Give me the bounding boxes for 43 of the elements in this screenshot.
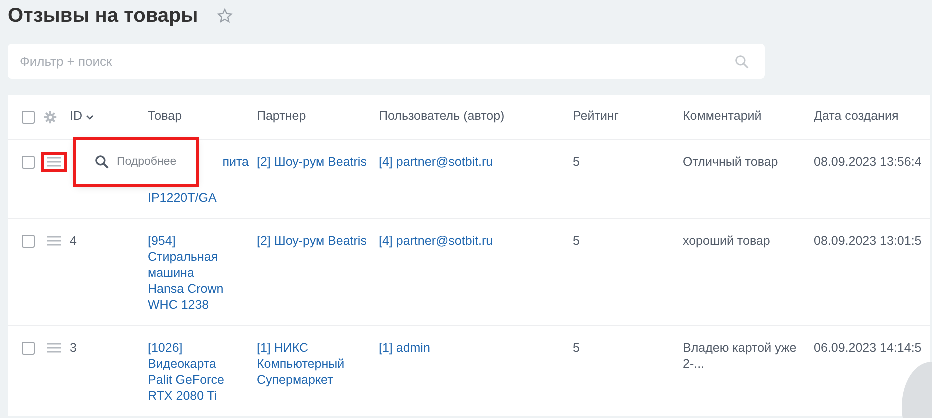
row-checkbox[interactable] [22,234,35,248]
partner-link[interactable]: [2] Шоу-рум Beatris [257,232,371,248]
settings-icon[interactable] [44,110,57,124]
search-icon[interactable] [735,55,749,69]
rating-value: 5 [573,154,580,168]
date-text: 06.09.2023 14:14:5 [814,340,922,354]
comment-text: Отличный товар [683,154,778,168]
filter-search-field[interactable]: Фильтр + поиск [8,44,765,79]
menu-item[interactable]: Подробнее [92,153,180,171]
product-link[interactable]: [1026] Видеокарта Palit GeForce RTX 2080 Ti [148,340,249,404]
column-header[interactable]: ID [70,109,82,124]
user-link[interactable]: [1] admin [379,340,565,356]
row-menu-button[interactable] [44,155,64,170]
date-text: 08.09.2023 13:56:4 [814,154,922,168]
product-link[interactable]: [954] Стиральная машина Hansa Crown WHC 1238 [148,232,249,312]
row-menu-button[interactable] [44,341,64,356]
column-header[interactable]: Комментарий [683,109,762,124]
partner-link[interactable]: [2] Шоу-рум Beatris [257,154,371,170]
column-header[interactable]: Дата создания [814,109,899,124]
search-icon [95,155,109,169]
comment-text: Владею картой уже 2-... [683,340,797,370]
row-menu-button[interactable] [44,234,64,248]
partner-link[interactable]: [1] НИКС Компьютерный Супермаркет [257,340,371,388]
row-id: 3 [70,340,77,354]
column-header[interactable]: Рейтинг [573,109,619,124]
select-all-checkbox[interactable] [22,110,35,124]
user-link[interactable]: [4] partner@sotbit.ru [379,232,565,248]
comment-text: хороший товар [683,234,770,248]
row-checkbox[interactable] [22,342,35,355]
menu-icon[interactable] [47,157,61,168]
rating-value: 5 [573,234,580,248]
sort-caret-icon[interactable] [86,114,94,120]
row-id: 4 [70,234,77,248]
page-title: Отзывы на товары [8,4,198,28]
menu-icon[interactable] [47,343,61,354]
date-text: 08.09.2023 13:01:5 [814,234,922,248]
menu-icon[interactable] [47,236,61,246]
user-link[interactable]: [4] partner@sotbit.ru [379,154,565,170]
rating-value: 5 [573,340,580,354]
column-header[interactable]: Партнер [257,109,306,124]
row-checkbox[interactable] [22,156,35,169]
column-header[interactable]: Товар [148,109,182,124]
column-header[interactable]: Пользователь (автор) [379,109,505,124]
